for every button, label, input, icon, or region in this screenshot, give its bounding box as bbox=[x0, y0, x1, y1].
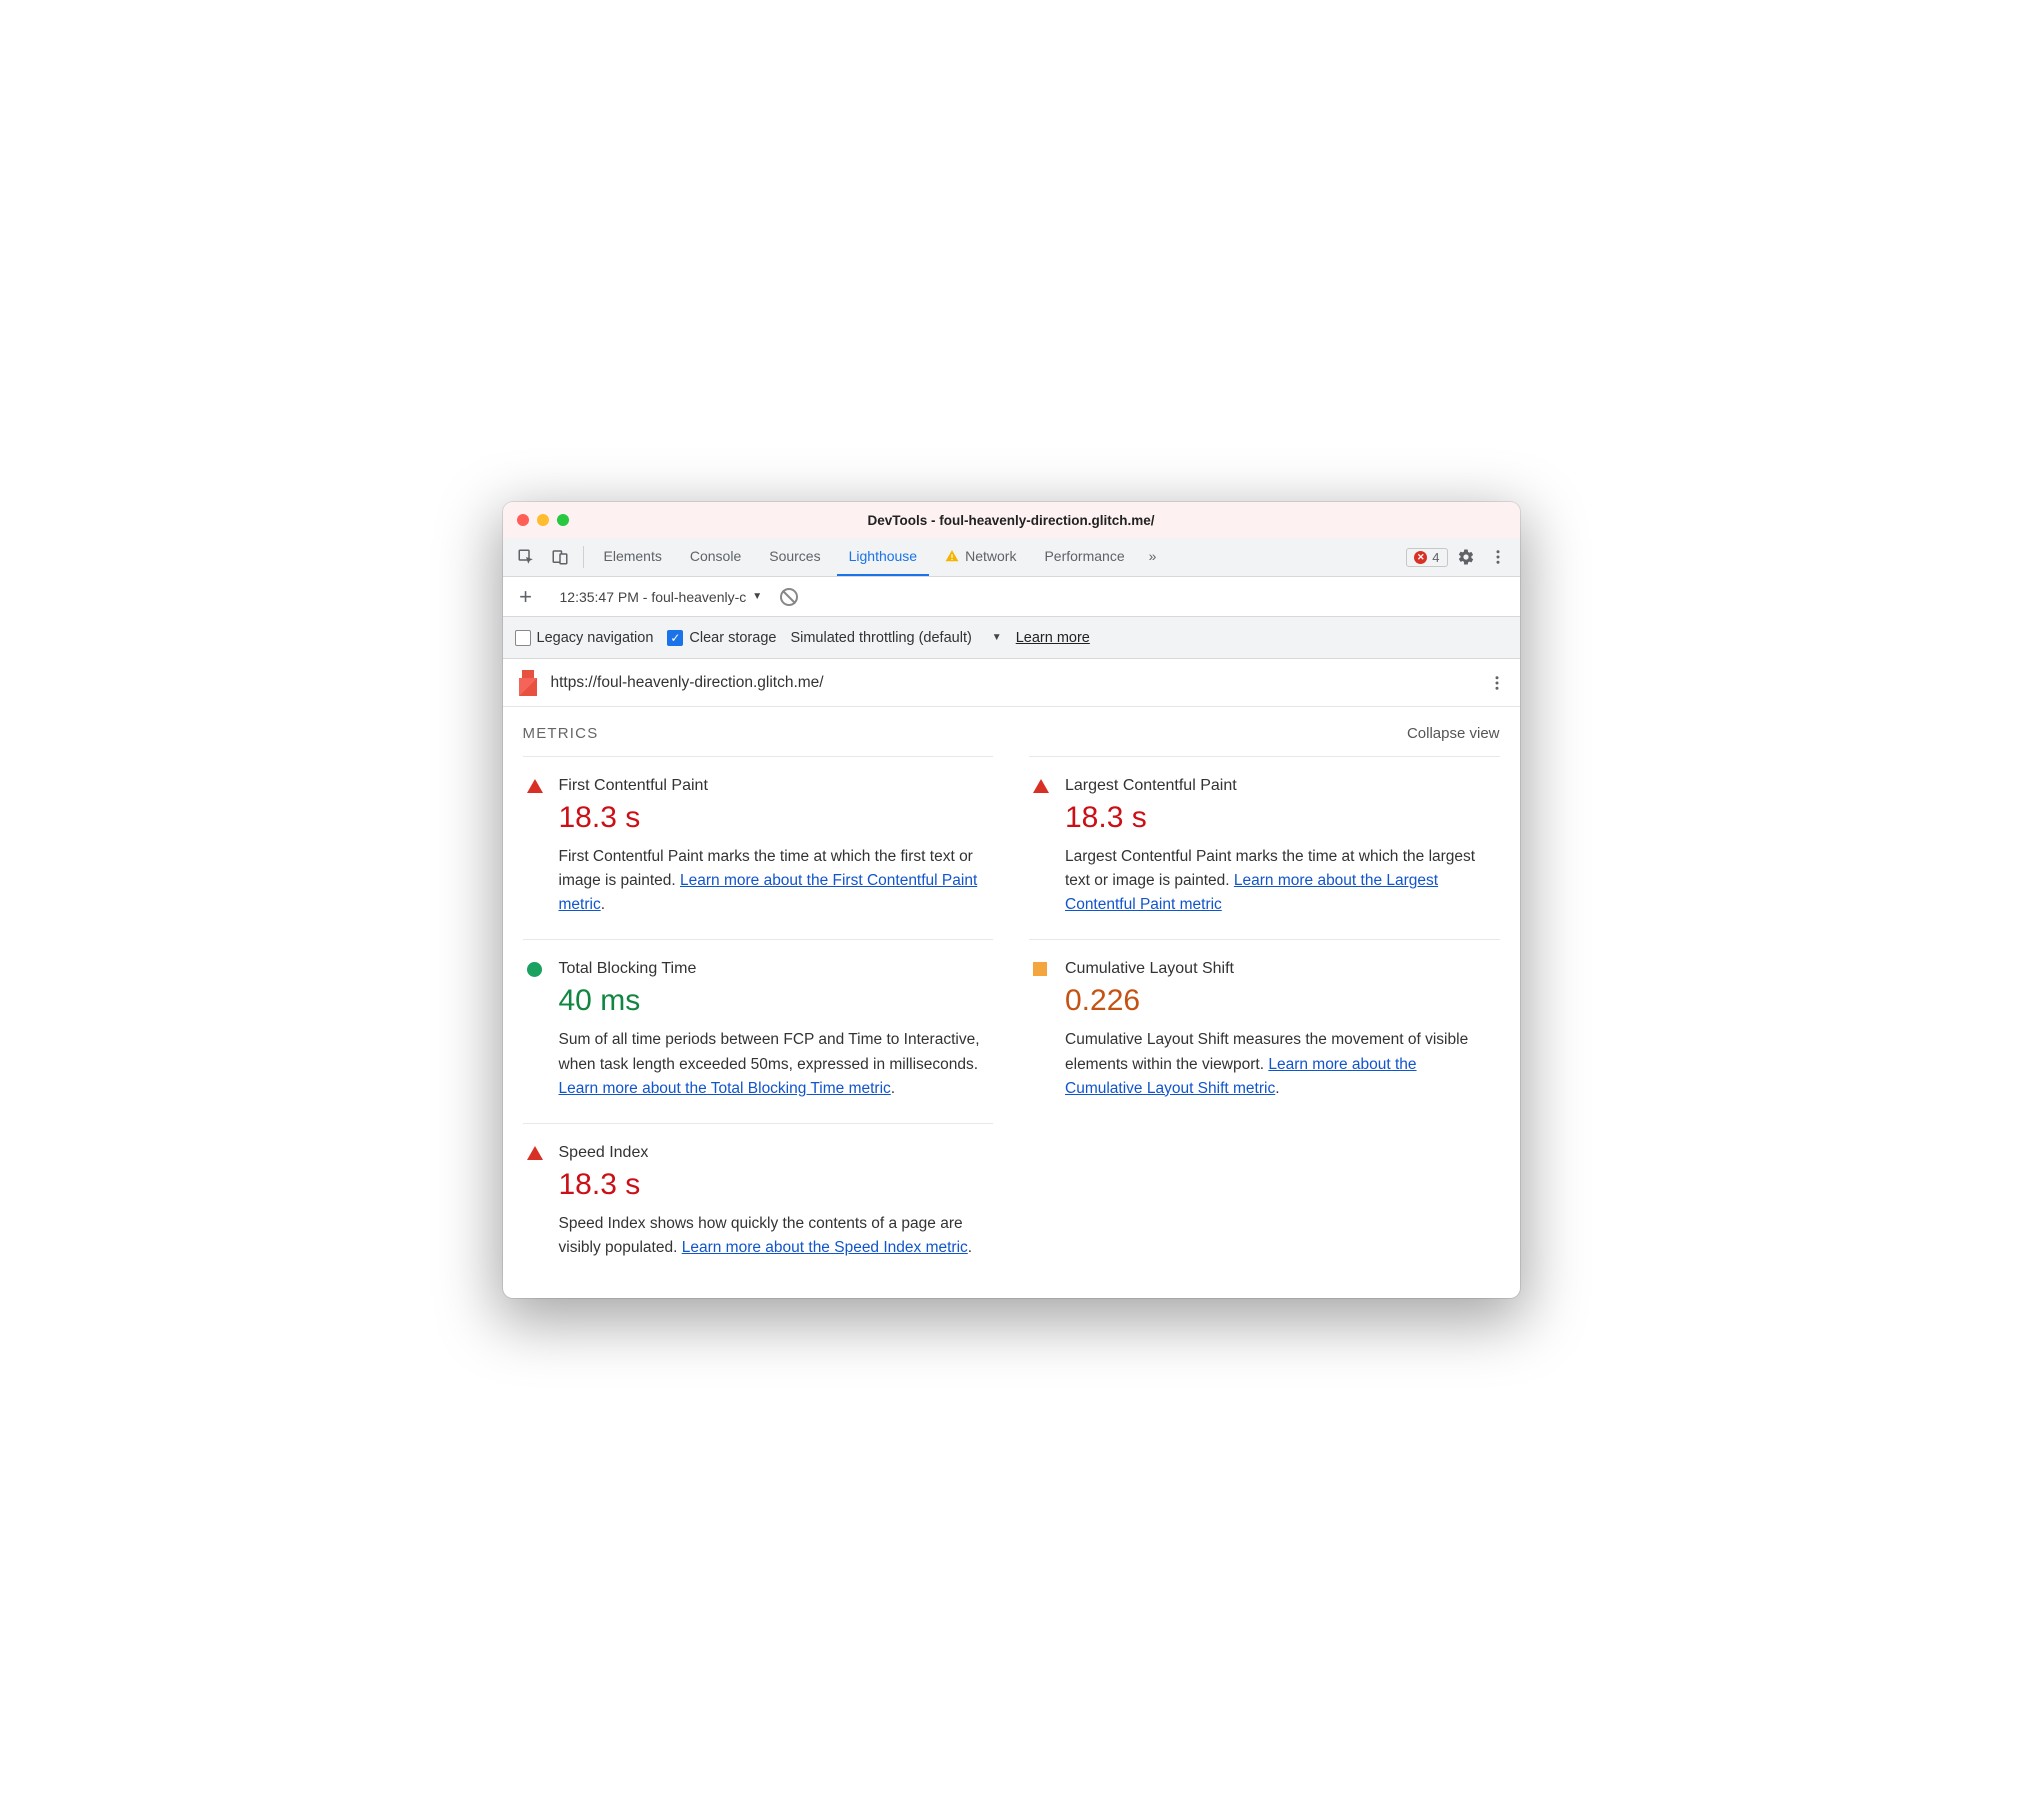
metric-learn-more-link[interactable]: Learn more about the Speed Index metric bbox=[682, 1239, 968, 1256]
clear-icon[interactable] bbox=[780, 588, 798, 606]
tab-lighthouse[interactable]: Lighthouse bbox=[837, 538, 930, 576]
new-report-button[interactable]: + bbox=[513, 584, 539, 610]
throttling-select[interactable]: Simulated throttling (default) ▼ bbox=[790, 630, 1001, 646]
metric-description: Sum of all time periods between FCP and … bbox=[559, 1028, 990, 1100]
metric-learn-more-link[interactable]: Learn more about the Total Blocking Time… bbox=[559, 1080, 891, 1097]
metric-si: Speed Index 18.3 s Speed Index shows how… bbox=[523, 1123, 994, 1282]
window-title: DevTools - foul-heavenly-direction.glitc… bbox=[503, 513, 1520, 528]
throttling-label: Simulated throttling (default) bbox=[790, 630, 971, 646]
warning-icon bbox=[945, 549, 959, 563]
titlebar: DevTools - foul-heavenly-direction.glitc… bbox=[503, 502, 1520, 538]
metric-value: 18.3 s bbox=[559, 1168, 990, 1202]
metric-description: First Contentful Paint marks the time at… bbox=[559, 845, 990, 917]
errors-count: 4 bbox=[1432, 550, 1439, 565]
collapse-view-button[interactable]: Collapse view bbox=[1407, 725, 1500, 742]
metrics-header: METRICS Collapse view bbox=[503, 707, 1520, 756]
metrics-heading: METRICS bbox=[523, 725, 599, 742]
metrics-grid: First Contentful Paint 18.3 s First Cont… bbox=[503, 756, 1520, 1297]
lighthouse-icon bbox=[517, 670, 539, 696]
status-fail-icon bbox=[1033, 777, 1051, 917]
metric-value: 18.3 s bbox=[559, 801, 990, 835]
metric-fcp: First Contentful Paint 18.3 s First Cont… bbox=[523, 756, 994, 939]
metric-cls: Cumulative Layout Shift 0.226 Cumulative… bbox=[1029, 939, 1500, 1122]
divider bbox=[583, 546, 584, 568]
metric-description: Largest Contentful Paint marks the time … bbox=[1065, 845, 1496, 917]
clear-storage-checkbox[interactable]: ✓ bbox=[667, 630, 683, 646]
options-bar: Legacy navigation ✓ Clear storage Simula… bbox=[503, 617, 1520, 659]
status-pass-icon bbox=[527, 960, 545, 1100]
legacy-navigation-label: Legacy navigation bbox=[537, 630, 654, 646]
tab-sources[interactable]: Sources bbox=[757, 538, 832, 576]
devtools-window: DevTools - foul-heavenly-direction.glitc… bbox=[503, 502, 1520, 1297]
errors-badge[interactable]: ✕ 4 bbox=[1406, 548, 1447, 567]
metric-lcp: Largest Contentful Paint 18.3 s Largest … bbox=[1029, 756, 1500, 939]
report-menu-icon[interactable] bbox=[1488, 674, 1506, 692]
device-toggle-icon[interactable] bbox=[545, 538, 575, 576]
settings-icon[interactable] bbox=[1452, 538, 1480, 576]
metric-description: Cumulative Layout Shift measures the mov… bbox=[1065, 1028, 1496, 1100]
metric-value: 40 ms bbox=[559, 984, 990, 1018]
metric-value: 0.226 bbox=[1065, 984, 1496, 1018]
report-dropdown-label: 12:35:47 PM - foul-heavenly-c bbox=[560, 589, 747, 605]
metric-value: 18.3 s bbox=[1065, 801, 1496, 835]
tab-performance[interactable]: Performance bbox=[1032, 538, 1136, 576]
tab-network[interactable]: Network bbox=[933, 538, 1028, 576]
metric-name: Total Blocking Time bbox=[559, 960, 990, 978]
status-fail-icon bbox=[527, 1144, 545, 1260]
metric-tbt: Total Blocking Time 40 ms Sum of all tim… bbox=[523, 939, 994, 1122]
metric-name: Cumulative Layout Shift bbox=[1065, 960, 1496, 978]
devtools-tabs: Elements Console Sources Lighthouse Netw… bbox=[503, 538, 1520, 577]
legacy-navigation-checkbox[interactable] bbox=[515, 630, 531, 646]
clear-storage-option[interactable]: ✓ Clear storage bbox=[667, 630, 776, 646]
tabs-overflow[interactable]: » bbox=[1141, 538, 1165, 576]
more-icon[interactable] bbox=[1484, 538, 1512, 576]
tab-elements[interactable]: Elements bbox=[592, 538, 674, 576]
report-selector-bar: + 12:35:47 PM - foul-heavenly-c ▼ bbox=[503, 577, 1520, 617]
status-average-icon bbox=[1033, 960, 1051, 1100]
legacy-navigation-option[interactable]: Legacy navigation bbox=[515, 630, 654, 646]
status-fail-icon bbox=[527, 777, 545, 917]
learn-more-link[interactable]: Learn more bbox=[1016, 630, 1090, 646]
metric-name: Largest Contentful Paint bbox=[1065, 777, 1496, 795]
metric-name: Speed Index bbox=[559, 1144, 990, 1162]
metric-description: Speed Index shows how quickly the conten… bbox=[559, 1212, 990, 1260]
inspect-element-icon[interactable] bbox=[511, 538, 541, 576]
report-url: https://foul-heavenly-direction.glitch.m… bbox=[551, 674, 824, 692]
report-url-bar: https://foul-heavenly-direction.glitch.m… bbox=[503, 659, 1520, 707]
clear-storage-label: Clear storage bbox=[689, 630, 776, 646]
tab-console[interactable]: Console bbox=[678, 538, 753, 576]
report-dropdown[interactable]: 12:35:47 PM - foul-heavenly-c ▼ bbox=[560, 589, 763, 605]
chevron-down-icon: ▼ bbox=[992, 632, 1002, 643]
chevron-down-icon: ▼ bbox=[752, 591, 762, 602]
error-icon: ✕ bbox=[1414, 551, 1427, 564]
metric-name: First Contentful Paint bbox=[559, 777, 990, 795]
